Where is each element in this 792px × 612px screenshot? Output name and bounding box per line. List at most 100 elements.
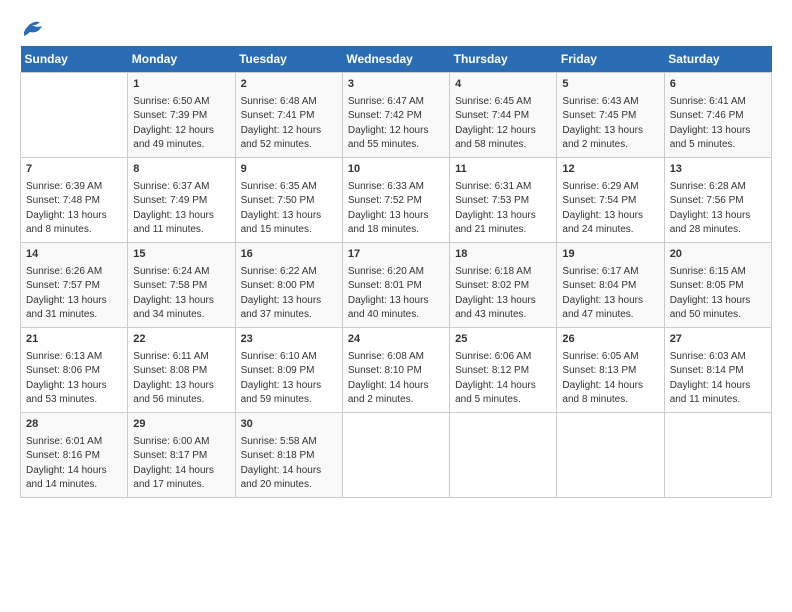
col-friday: Friday (557, 46, 664, 73)
calendar-cell: 16Sunrise: 6:22 AMSunset: 8:00 PMDayligh… (235, 242, 342, 327)
cell-info: Sunrise: 6:43 AM (562, 95, 658, 110)
cell-info: Daylight: 13 hours (133, 294, 229, 309)
cell-info: Daylight: 14 hours (670, 379, 766, 394)
cell-info: and 8 minutes. (26, 223, 122, 238)
calendar-cell: 28Sunrise: 6:01 AMSunset: 8:16 PMDayligh… (21, 412, 128, 497)
cell-info: Daylight: 13 hours (562, 294, 658, 309)
cell-info: Sunset: 7:46 PM (670, 109, 766, 124)
day-number: 13 (670, 162, 766, 178)
cell-info: Sunset: 8:04 PM (562, 279, 658, 294)
logo-bird-icon (22, 18, 44, 36)
calendar-cell: 30Sunrise: 5:58 AMSunset: 8:18 PMDayligh… (235, 412, 342, 497)
cell-info: Sunrise: 6:18 AM (455, 265, 551, 280)
cell-info: Sunset: 7:48 PM (26, 194, 122, 209)
calendar-cell: 22Sunrise: 6:11 AMSunset: 8:08 PMDayligh… (128, 327, 235, 412)
cell-info: Daylight: 14 hours (133, 464, 229, 479)
day-number: 11 (455, 162, 551, 178)
day-number: 5 (562, 77, 658, 93)
logo (20, 18, 44, 36)
cell-info: Daylight: 13 hours (133, 379, 229, 394)
day-number: 3 (348, 77, 444, 93)
cell-info: Sunrise: 6:39 AM (26, 180, 122, 195)
cell-info: Sunset: 8:00 PM (241, 279, 337, 294)
day-number: 16 (241, 247, 337, 263)
calendar-cell: 3Sunrise: 6:47 AMSunset: 7:42 PMDaylight… (342, 73, 449, 158)
day-number: 21 (26, 332, 122, 348)
cell-info: Sunrise: 6:37 AM (133, 180, 229, 195)
calendar-cell: 29Sunrise: 6:00 AMSunset: 8:17 PMDayligh… (128, 412, 235, 497)
cell-info: Daylight: 14 hours (348, 379, 444, 394)
week-row-4: 21Sunrise: 6:13 AMSunset: 8:06 PMDayligh… (21, 327, 772, 412)
calendar-cell (664, 412, 771, 497)
cell-info: Sunset: 7:56 PM (670, 194, 766, 209)
day-number: 12 (562, 162, 658, 178)
cell-info: Sunrise: 6:24 AM (133, 265, 229, 280)
calendar-cell: 7Sunrise: 6:39 AMSunset: 7:48 PMDaylight… (21, 157, 128, 242)
calendar-cell: 1Sunrise: 6:50 AMSunset: 7:39 PMDaylight… (128, 73, 235, 158)
calendar-cell: 12Sunrise: 6:29 AMSunset: 7:54 PMDayligh… (557, 157, 664, 242)
day-number: 7 (26, 162, 122, 178)
day-number: 26 (562, 332, 658, 348)
cell-info: Daylight: 13 hours (455, 209, 551, 224)
cell-info: Daylight: 12 hours (348, 124, 444, 139)
calendar-cell: 13Sunrise: 6:28 AMSunset: 7:56 PMDayligh… (664, 157, 771, 242)
cell-info: Sunset: 8:12 PM (455, 364, 551, 379)
cell-info: Daylight: 13 hours (241, 379, 337, 394)
day-number: 22 (133, 332, 229, 348)
day-number: 4 (455, 77, 551, 93)
cell-info: and 18 minutes. (348, 223, 444, 238)
day-number: 9 (241, 162, 337, 178)
cell-info: and 37 minutes. (241, 308, 337, 323)
cell-info: and 21 minutes. (455, 223, 551, 238)
cell-info: Daylight: 13 hours (670, 124, 766, 139)
cell-info: Sunrise: 6:01 AM (26, 435, 122, 450)
day-number: 1 (133, 77, 229, 93)
calendar-cell: 25 Sunrise: 6:06 AMSunset: 8:12 PMDayligh… (450, 327, 557, 412)
cell-info: Sunset: 7:41 PM (241, 109, 337, 124)
calendar-cell: 27Sunrise: 6:03 AMSunset: 8:14 PMDayligh… (664, 327, 771, 412)
calendar-cell (450, 412, 557, 497)
cell-info: and 31 minutes. (26, 308, 122, 323)
calendar-cell: 26Sunrise: 6:05 AMSunset: 8:13 PMDayligh… (557, 327, 664, 412)
day-number: 2 (241, 77, 337, 93)
calendar-cell (557, 412, 664, 497)
day-number: 28 (26, 417, 122, 433)
col-thursday: Thursday (450, 46, 557, 73)
col-monday: Monday (128, 46, 235, 73)
header-row: Sunday Monday Tuesday Wednesday Thursday… (21, 46, 772, 73)
day-number: 24 (348, 332, 444, 348)
cell-info: Sunset: 7:50 PM (241, 194, 337, 209)
day-number: 8 (133, 162, 229, 178)
calendar-cell: 11Sunrise: 6:31 AMSunset: 7:53 PMDayligh… (450, 157, 557, 242)
cell-info: Daylight: 13 hours (562, 209, 658, 224)
cell-info: Daylight: 13 hours (26, 379, 122, 394)
cell-info: Sunrise: 6:50 AM (133, 95, 229, 110)
day-number: 17 (348, 247, 444, 263)
week-row-5: 28Sunrise: 6:01 AMSunset: 8:16 PMDayligh… (21, 412, 772, 497)
day-number: 10 (348, 162, 444, 178)
day-number: 25 (455, 332, 551, 348)
cell-info: Sunset: 8:02 PM (455, 279, 551, 294)
day-number: 6 (670, 77, 766, 93)
cell-info: Daylight: 13 hours (26, 294, 122, 309)
col-tuesday: Tuesday (235, 46, 342, 73)
calendar-cell: 23Sunrise: 6:10 AMSunset: 8:09 PMDayligh… (235, 327, 342, 412)
day-number: 18 (455, 247, 551, 263)
cell-info: Daylight: 13 hours (455, 294, 551, 309)
cell-info: and 56 minutes. (133, 393, 229, 408)
cell-info: and 17 minutes. (133, 478, 229, 493)
cell-info: Sunrise: 6:41 AM (670, 95, 766, 110)
calendar-cell: 2Sunrise: 6:48 AMSunset: 7:41 PMDaylight… (235, 73, 342, 158)
calendar-cell: 18 Sunrise: 6:18 AMSunset: 8:02 PMDayligh… (450, 242, 557, 327)
col-saturday: Saturday (664, 46, 771, 73)
cell-info: Daylight: 13 hours (348, 294, 444, 309)
cell-info: Sunrise: 6:06 AM (455, 350, 551, 365)
cell-info: Sunset: 8:01 PM (348, 279, 444, 294)
cell-info: Sunset: 8:08 PM (133, 364, 229, 379)
cell-info: Daylight: 14 hours (562, 379, 658, 394)
day-number: 23 (241, 332, 337, 348)
cell-info: Daylight: 13 hours (241, 209, 337, 224)
cell-info: and 20 minutes. (241, 478, 337, 493)
cell-info: Daylight: 14 hours (455, 379, 551, 394)
cell-info: Sunrise: 6:03 AM (670, 350, 766, 365)
